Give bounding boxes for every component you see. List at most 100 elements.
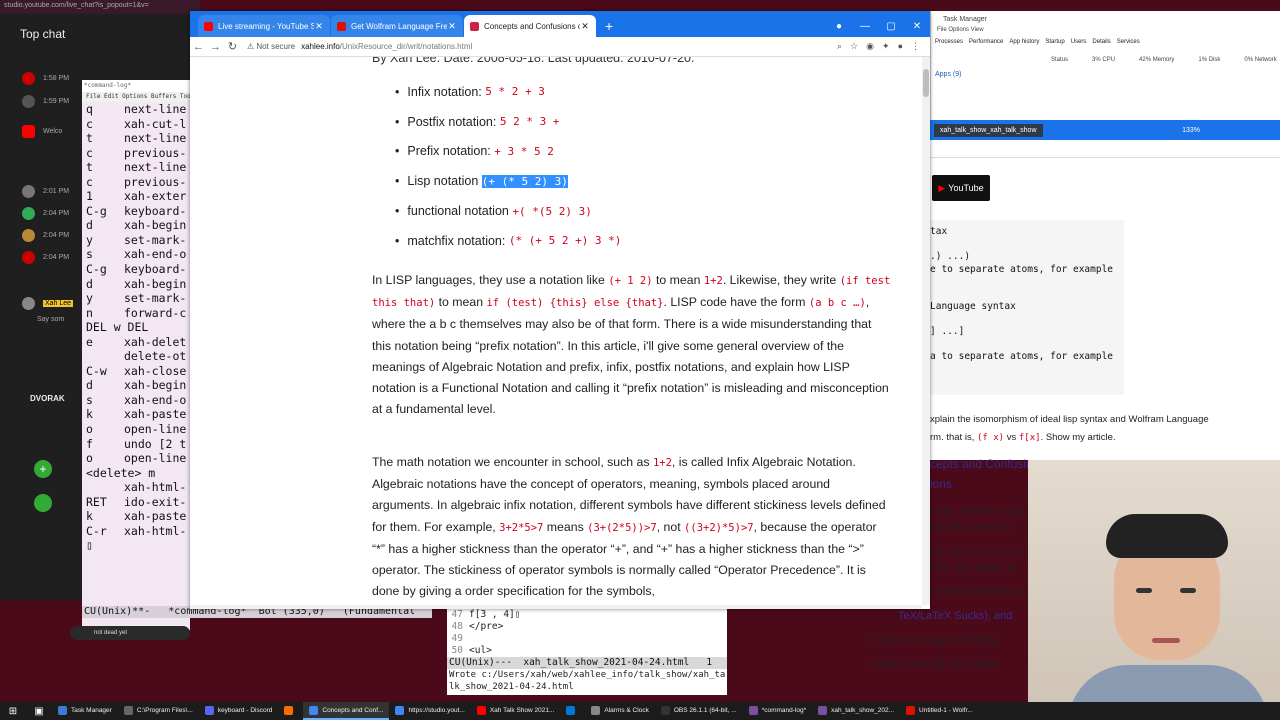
taskbar-item[interactable]: keyboard - Discord [199,702,279,720]
tab-processes[interactable]: Processes [935,39,963,51]
taskbar-item-label: Task Manager [71,706,112,714]
log-entry: xah-html- [82,480,190,495]
chat-url-bar: studio.youtube.com/live_chat?is_popout=1… [0,0,200,14]
taskbar-item[interactable] [278,702,303,720]
log-entry: e xah-delet [82,335,190,350]
add-icon[interactable]: + [34,460,52,478]
log-key: s [86,247,93,262]
log-command: xah-begin [124,276,187,291]
avatar [22,184,35,198]
tab-youtube-studio[interactable]: Live streaming - YouTube Studio✕ [198,15,330,37]
taskbar-item-label: https://studio.yout... [408,706,465,714]
maximize-icon[interactable]: ▢ [878,21,904,32]
taskbar-item[interactable]: Untitled-1 - Wolfr... [900,702,979,720]
extension-icon[interactable]: ◉ [866,41,874,52]
webcam-overlay [1028,460,1280,702]
log-entry: s xah-end-o [82,247,190,262]
tab-details[interactable]: Details [1092,39,1110,51]
tab-users[interactable]: Users [1071,39,1087,51]
section-heading: cepts and Confusions of Prefix, Infix, P… [930,457,1028,471]
log-entry: C-g keyboard- [82,204,190,219]
menu-bar[interactable]: File Options View [931,27,1280,39]
log-command: open-line [124,451,187,466]
tab-notations-article[interactable]: Concepts and Confusions of Pre✕ [464,15,596,37]
close-icon[interactable]: ✕ [447,21,457,32]
record-icon[interactable]: ● [826,21,852,32]
taskbar-item[interactable]: Task Manager [52,702,118,720]
log-command: xah-cut-l [124,116,187,131]
close-icon[interactable]: ✕ [314,21,324,32]
log-entry: o open-line [82,451,190,466]
body-text: ymbolic expression ( [930,522,1017,533]
body-text: refix, infix, postfix, ar [930,562,1017,573]
bookmark-star-icon[interactable]: ☆ [850,41,858,52]
youtube-logo[interactable]: ▶ YouTube [932,175,990,201]
taskbar-item[interactable]: *command-log* [743,702,812,720]
profile-avatar-icon[interactable]: ● [898,41,903,52]
log-key: t [86,160,93,175]
url-path: /UnixResource_dir/writ/notations.html [339,42,473,51]
chat-notice: Welco [0,124,88,138]
new-tab-button[interactable]: + [597,18,621,37]
apps-group[interactable]: Apps (9) [931,63,1280,78]
reload-icon[interactable]: ↻ [224,40,241,53]
minimize-icon[interactable]: — [852,21,878,32]
menu-bar[interactable]: File Edit Options Buffers Tools [82,92,190,102]
column-disk[interactable]: 1% Disk [1198,57,1220,63]
taskbar-item[interactable]: Alarms & Clock [585,702,654,720]
back-icon[interactable]: ← [190,41,207,53]
app-icon [58,705,67,715]
log-entry: o open-line [82,422,190,437]
chat-message: 1:59 PM [0,94,88,108]
scrollbar-thumb[interactable] [923,69,929,97]
chat-message: 1:58 PM [0,71,88,85]
not-secure-indicator[interactable]: ⚠ Not secure [247,42,295,51]
chat-header[interactable]: Top chat [0,14,200,54]
selected-text[interactable]: (+ (* 5 2) 3) [481,174,568,188]
task-manager-tabs: Processes Performance App history Startu… [931,39,1280,51]
vertical-scrollbar[interactable] [922,57,930,605]
taskbar-item[interactable]: OBS 26.1.1 (64-bit, ... [655,702,743,720]
tab-wolfram[interactable]: Get Wolfram Language Free ✕ [331,15,463,37]
log-entry: RET ido-exit- [82,495,190,510]
column-status[interactable]: Status [1051,57,1068,63]
tab-talk-show[interactable]: xah_talk_show_xah_talk_show [934,123,1043,137]
close-icon[interactable]: ✕ [904,21,930,32]
address-bar[interactable] [930,140,1280,158]
webcam-person-hair [1106,514,1228,558]
taskbar-item[interactable] [560,702,585,720]
search-icon[interactable]: ⌕ [837,41,842,52]
close-icon[interactable]: ✕ [580,21,590,32]
menu-icon[interactable]: ⋮ [911,41,920,52]
app-icon [204,705,214,715]
log-key: c [86,174,93,189]
column-network[interactable]: 0% Network [1244,57,1276,63]
taskbar-item[interactable]: C:\Program Files\... [118,702,199,720]
tab-app-history[interactable]: App history [1009,39,1039,51]
taskbar-item[interactable]: https://studio.yout... [389,702,470,720]
horizontal-scrollbar[interactable] [190,605,922,609]
tab-startup[interactable]: Startup [1045,39,1064,51]
log-command: xah-end-o [124,247,187,262]
taskbar-item[interactable]: xah_talk_show_202... [812,702,900,720]
zoom-level[interactable]: 133% [1182,127,1280,134]
tab-performance[interactable]: Performance [969,39,1003,51]
log-entry: y set-mark- [82,291,190,306]
log-key: C-w [86,363,107,378]
tab-services[interactable]: Services [1117,39,1140,51]
puzzle-icon[interactable]: ✦ [882,41,890,52]
taskbar-item-label: Xah Talk Show 2021... [489,706,555,714]
column-cpu[interactable]: 3% CPU [1092,57,1115,63]
article-link[interactable]: TeX/LaTeX Sucks), and [898,610,1028,622]
windows-start-icon[interactable]: ⊞ [0,702,26,720]
task-view-icon[interactable]: ▣ [26,702,52,720]
compass-icon[interactable] [34,494,52,512]
log-entry: C-w xah-close [82,364,190,379]
column-memory[interactable]: 42% Memory [1139,57,1174,63]
address-bar[interactable]: ⚠ Not secure xahlee.info/UnixResource_di… [247,39,837,55]
taskbar-item[interactable]: Xah Talk Show 2021... [471,702,561,720]
forward-icon[interactable]: → [207,41,224,53]
play-icon: ▶ [938,182,946,193]
code-block: tax .) ...) e to separate atoms, for exa… [930,220,1124,395]
taskbar-item[interactable]: Concepts and Conf... [303,702,390,720]
